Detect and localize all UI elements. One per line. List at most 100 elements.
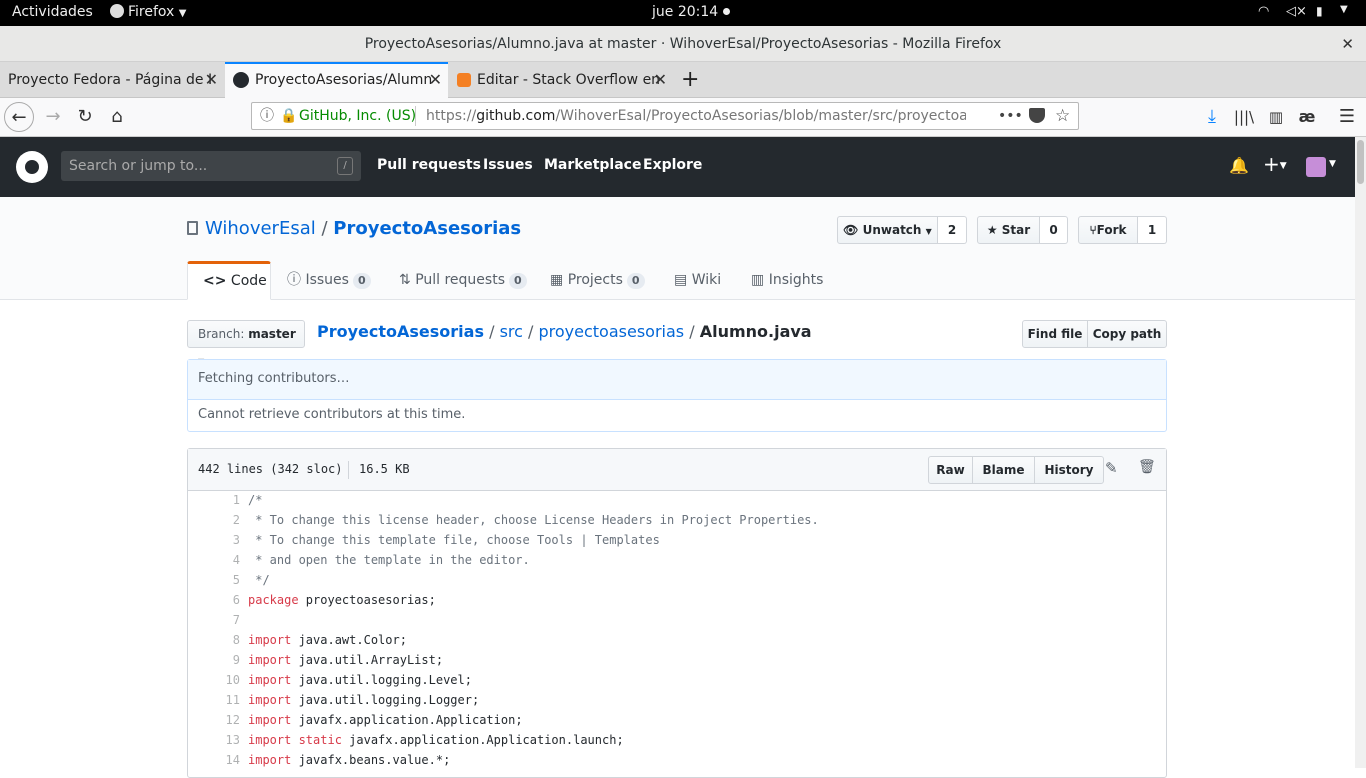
info-icon[interactable]: ⓘ [260, 103, 274, 129]
close-tab-icon[interactable]: ✕ [654, 62, 667, 98]
tab-insights[interactable]: ▥ Insights [751, 261, 823, 300]
contributors-box: Fetching contributors… Cannot retrieve c… [187, 359, 1167, 432]
star-count[interactable]: 0 [1040, 216, 1068, 244]
close-tab-icon[interactable]: ✕ [429, 64, 442, 96]
sidebar-icon[interactable]: ▥ [1261, 102, 1291, 132]
home-icon[interactable]: ⌂ [102, 102, 132, 132]
pocket-icon[interactable] [1029, 108, 1045, 123]
volume-muted-icon[interactable]: ◁× [1286, 4, 1307, 19]
url-bar[interactable]: ⓘ 🔒 GitHub, Inc. (US) https://github.com… [251, 102, 1079, 130]
line-number[interactable]: 12 [188, 710, 240, 730]
app-menu[interactable]: Firefox ▼ [110, 4, 187, 20]
library-icon[interactable]: |||\ [1229, 102, 1259, 132]
tab-wiki[interactable]: ▤ Wiki [674, 261, 721, 300]
breadcrumb-repo[interactable]: ProyectoAsesorias [317, 322, 484, 341]
nav-marketplace[interactable]: Marketplace [544, 157, 641, 173]
issues-count: 0 [352, 273, 371, 289]
wifi-icon[interactable]: ◠ [1258, 4, 1269, 19]
projects-count: 0 [626, 273, 645, 289]
tab-github[interactable]: ProyectoAsesorias/Alumn ✕ [225, 62, 448, 99]
nav-issues[interactable]: Issues [483, 157, 533, 173]
code-keyword: import [248, 673, 292, 687]
code-keyword: import [248, 633, 292, 647]
blame-button[interactable]: Blame [972, 456, 1035, 484]
fork-count[interactable]: 1 [1138, 216, 1167, 244]
system-menu-chevron-icon[interactable]: ▼ [1340, 4, 1348, 15]
window-close-icon[interactable]: ✕ [1341, 26, 1354, 62]
bookmark-star-icon[interactable]: ☆ [1055, 103, 1070, 129]
tab-projects[interactable]: ▦ Projects 0 [550, 261, 645, 300]
back-icon[interactable]: ← [4, 102, 34, 132]
branch-selector[interactable]: Branch: master ▼ [187, 320, 305, 366]
edit-pencil-icon[interactable]: ✎ [1105, 459, 1118, 477]
line-number[interactable]: 9 [188, 650, 240, 670]
delete-trash-icon[interactable]: 🗑 [1138, 459, 1156, 475]
line-number[interactable]: 1 [188, 490, 240, 510]
code-keyword: import [248, 753, 292, 767]
code-content: * To change this template file, choose T… [248, 533, 660, 547]
repo-separator: / [321, 218, 328, 239]
line-number[interactable]: 4 [188, 550, 240, 570]
clock[interactable]: jue 20:14 [652, 4, 730, 20]
tab-stackoverflow[interactable]: Editar - Stack Overflow en ✕ [449, 62, 673, 98]
tab-label: ProyectoAsesorias/Alumn [255, 72, 433, 88]
breadcrumb-separator: / [689, 322, 695, 341]
downloads-icon[interactable]: ⤓ [1197, 102, 1227, 132]
battery-icon[interactable]: ▮ [1316, 4, 1323, 18]
code-content: * To change this license header, choose … [248, 513, 819, 527]
line-number[interactable]: 8 [188, 630, 240, 650]
breadcrumb-src[interactable]: src [500, 322, 523, 341]
hamburger-menu-icon[interactable]: ☰ [1332, 102, 1362, 132]
fork-button[interactable]: ⑂Fork [1078, 216, 1138, 244]
new-tab-button[interactable]: + [675, 62, 707, 98]
divider [415, 106, 416, 126]
avatar[interactable] [1306, 157, 1326, 177]
breadcrumb-file: Alumno.java [699, 322, 812, 341]
pull-requests-count: 0 [509, 273, 527, 289]
line-number[interactable]: 13 [188, 730, 240, 750]
line-number[interactable]: 6 [188, 590, 240, 610]
copy-path-button[interactable]: Copy path [1087, 320, 1167, 348]
raw-button[interactable]: Raw [928, 456, 973, 484]
find-file-button[interactable]: Find file [1022, 320, 1088, 348]
url-text[interactable]: https://github.com/WihoverEsal/ProyectoA… [426, 103, 966, 129]
line-number[interactable]: 3 [188, 530, 240, 550]
github-logo-icon[interactable] [16, 151, 48, 183]
repo-owner-link[interactable]: WihoverEsal [205, 218, 316, 239]
nav-explore[interactable]: Explore [643, 157, 702, 173]
page-scrollbar[interactable] [1355, 137, 1366, 768]
line-number[interactable]: 14 [188, 750, 240, 770]
url-path: /WihoverEsal/ProyectoAsesorias/blob/mast… [555, 108, 966, 124]
page-actions-icon[interactable]: ••• [998, 103, 1023, 129]
line-number[interactable]: 7 [188, 610, 240, 630]
forward-icon[interactable]: → [38, 102, 68, 132]
firefox-icon [110, 4, 124, 18]
line-number[interactable]: 2 [188, 510, 240, 530]
nav-pull-requests[interactable]: Pull requests [377, 157, 481, 173]
watch-count[interactable]: 2 [938, 216, 967, 244]
create-new-icon[interactable]: +▼ [1263, 152, 1287, 176]
tab-issues[interactable]: ⓘ Issues 0 [287, 261, 371, 300]
code-text: import javafx.application.Application; [248, 710, 523, 730]
reload-icon[interactable]: ↻ [70, 102, 100, 132]
star-button[interactable]: ★ Star [977, 216, 1040, 244]
search-input[interactable]: Search or jump to... / [61, 151, 361, 181]
line-number[interactable]: 10 [188, 670, 240, 690]
page-scrollbar-thumb[interactable] [1357, 140, 1364, 184]
line-number[interactable]: 11 [188, 690, 240, 710]
repo-name-link[interactable]: ProyectoAsesorias [333, 218, 521, 239]
notifications-bell-icon[interactable]: 🔔 [1229, 156, 1249, 175]
extension-icon[interactable]: æ [1292, 102, 1322, 132]
breadcrumb-package[interactable]: proyectoasesorias [539, 322, 685, 341]
github-header: Search or jump to... / Pull requests Iss… [0, 137, 1366, 197]
activities-button[interactable]: Actividades [12, 4, 93, 20]
line-number[interactable]: 5 [188, 570, 240, 590]
history-button[interactable]: History [1034, 456, 1104, 484]
tab-code[interactable]: <> Code [187, 261, 271, 300]
tab-fedora[interactable]: Proyecto Fedora - Página de I ✕ [0, 62, 224, 98]
site-identity[interactable]: GitHub, Inc. (US) [299, 103, 416, 129]
unwatch-button[interactable]: 👁 Unwatch ▼ [837, 216, 938, 244]
avatar-chevron-icon[interactable]: ▼ [1329, 159, 1336, 169]
tab-pull-requests[interactable]: ⇅ Pull requests 0 [399, 261, 527, 300]
close-tab-icon[interactable]: ✕ [205, 62, 218, 98]
